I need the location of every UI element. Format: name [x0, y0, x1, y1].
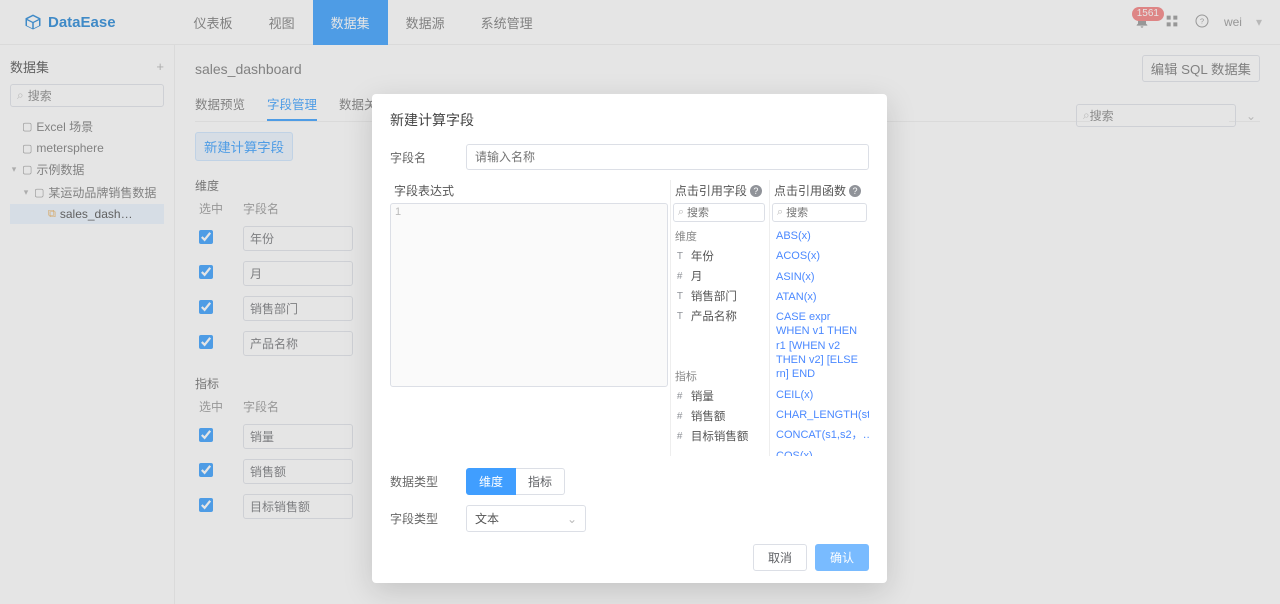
ref-field-search[interactable]: ⌕ [673, 203, 765, 222]
func-item[interactable]: CHAR_LENGTH(str) [770, 405, 869, 425]
cancel-button[interactable]: 取消 [753, 544, 807, 571]
func-search[interactable]: ⌕ [772, 203, 867, 222]
ref-field-item[interactable]: #月 [671, 266, 767, 286]
ref-field-item[interactable]: T年份 [671, 246, 767, 266]
line-number: 1 [395, 206, 401, 218]
ref-field-item[interactable]: T产品名称 [671, 306, 767, 326]
func-item[interactable]: COS(x) [770, 446, 869, 456]
dtype-option[interactable]: 指标 [516, 468, 565, 495]
ref-field-item[interactable]: #销量 [671, 386, 767, 406]
dtype-option[interactable]: 维度 [466, 468, 516, 495]
chevron-down-icon: ⌄ [567, 512, 577, 526]
search-icon: ⌕ [678, 206, 684, 219]
ref-field-item[interactable]: T销售部门 [671, 286, 767, 306]
ref-field-item[interactable]: #销售额 [671, 406, 767, 426]
field-type-select[interactable]: 文本 ⌄ [466, 505, 586, 532]
func-item[interactable]: ABS(x) [770, 226, 869, 246]
help-icon[interactable]: ? [849, 185, 861, 197]
field-name-label: 字段名 [390, 149, 456, 166]
func-item[interactable]: CONCAT(s1,s2，…) [770, 425, 869, 445]
new-field-dialog: 新建计算字段 字段名 字段表达式 1 点击引用字段? ⌕ 维度 T年份#月T销售… [372, 94, 887, 583]
func-item[interactable]: CEIL(x) [770, 385, 869, 405]
confirm-button[interactable]: 确认 [815, 544, 869, 571]
search-icon: ⌕ [777, 206, 783, 219]
ref-field-item[interactable]: #目标销售额 [671, 426, 767, 446]
expression-editor[interactable]: 1 [390, 203, 668, 387]
field-name-input[interactable] [466, 144, 869, 170]
help-icon[interactable]: ? [750, 185, 762, 197]
expr-label: 字段表达式 [390, 180, 668, 203]
func-item[interactable]: ATAN(x) [770, 287, 869, 307]
func-item[interactable]: ASIN(x) [770, 267, 869, 287]
func-item[interactable]: CASE expr WHEN v1 THEN r1 [WHEN v2 THEN … [770, 307, 869, 384]
dialog-title: 新建计算字段 [390, 110, 869, 130]
data-type-toggle[interactable]: 维度指标 [466, 468, 565, 495]
func-item[interactable]: ACOS(x) [770, 246, 869, 266]
